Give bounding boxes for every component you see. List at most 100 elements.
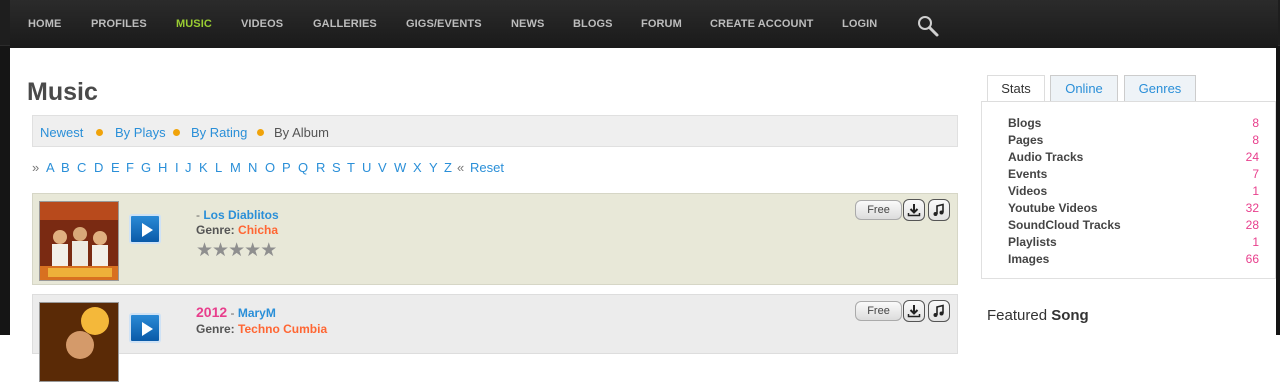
letter-link[interactable]: F xyxy=(126,160,134,175)
letter-link[interactable]: Q xyxy=(298,160,308,175)
price-button[interactable]: Free xyxy=(855,200,902,220)
letter-link[interactable]: Z xyxy=(444,160,452,175)
star-icon: ★ xyxy=(260,240,277,261)
sort-by-rating[interactable]: By Rating xyxy=(191,125,247,140)
sidebar-tabs: Stats Online Genres xyxy=(981,75,1276,102)
nav-galleries[interactable]: GALLERIES xyxy=(313,18,377,30)
stat-label: Pages xyxy=(1008,133,1044,147)
letter-link[interactable]: G xyxy=(141,160,151,175)
artist-link[interactable]: Los Diablitos xyxy=(203,208,278,222)
sort-by-plays[interactable]: By Plays xyxy=(115,125,166,140)
track-title: 2012 - MaryM xyxy=(196,304,276,320)
download-button[interactable] xyxy=(903,300,925,322)
search-icon[interactable] xyxy=(916,14,940,38)
letter-link[interactable]: Y xyxy=(429,160,438,175)
letter-link[interactable]: A xyxy=(46,160,55,175)
stat-value: 32 xyxy=(1245,201,1259,215)
download-button[interactable] xyxy=(903,199,925,221)
sort-by-album: By Album xyxy=(274,125,329,140)
letter-link[interactable]: R xyxy=(316,160,325,175)
letter-link[interactable]: N xyxy=(248,160,257,175)
sort-bar: Newest By Plays By Rating By Album xyxy=(32,115,958,147)
nav-blogs[interactable]: BLOGS xyxy=(573,18,613,30)
song-name[interactable]: 2012 xyxy=(196,304,227,320)
letter-link[interactable]: D xyxy=(94,160,103,175)
stat-value: 28 xyxy=(1245,218,1259,232)
stat-label: Images xyxy=(1008,252,1050,266)
stats-panel: Blogs 8 Pages 8 Audio Tracks 24 Events 7… xyxy=(981,101,1276,279)
stat-label: Playlists xyxy=(1008,235,1057,249)
reset-link[interactable]: Reset xyxy=(470,160,504,175)
music-note-icon xyxy=(933,304,944,317)
separator-dot xyxy=(173,129,180,136)
stat-label: SoundCloud Tracks xyxy=(1008,218,1121,232)
page-title: Music xyxy=(27,78,98,106)
letter-link[interactable]: M xyxy=(230,160,241,175)
letter-link[interactable]: L xyxy=(215,160,222,175)
stat-label: Videos xyxy=(1008,184,1048,198)
download-icon xyxy=(907,305,921,318)
track-title: - Los Diablitos xyxy=(196,206,279,222)
star-icon: ★ xyxy=(228,240,245,261)
stat-value: 8 xyxy=(1252,133,1259,147)
letter-link[interactable]: J xyxy=(185,160,192,175)
nav-create-account[interactable]: CREATE ACCOUNT xyxy=(710,18,813,30)
play-button[interactable] xyxy=(129,214,161,244)
nav-videos[interactable]: VIDEOS xyxy=(241,18,283,30)
nav-bar: HOME PROFILES MUSIC VIDEOS GALLERIES GIG… xyxy=(10,0,1278,48)
letter-link[interactable]: K xyxy=(199,160,208,175)
title-separator: - xyxy=(227,306,238,320)
album-cover[interactable] xyxy=(39,302,119,382)
genre-link[interactable]: Techno Cumbia xyxy=(238,322,327,336)
letter-link[interactable]: H xyxy=(158,160,167,175)
sort-newest[interactable]: Newest xyxy=(40,125,83,140)
letter-link[interactable]: S xyxy=(332,160,341,175)
alphabet-prefix: » xyxy=(32,160,40,175)
nav-gigs-events[interactable]: GIGS/EVENTS xyxy=(406,18,482,30)
letter-link[interactable]: B xyxy=(61,160,70,175)
featured-word: Song xyxy=(1051,307,1089,324)
page-right-edge xyxy=(1276,46,1280,335)
letter-link[interactable]: V xyxy=(378,160,387,175)
letter-link[interactable]: T xyxy=(347,160,355,175)
nav-music[interactable]: MUSIC xyxy=(176,18,212,30)
letter-link[interactable]: X xyxy=(413,160,422,175)
stat-value: 1 xyxy=(1252,235,1259,249)
page-left-edge xyxy=(0,46,10,335)
letter-link[interactable]: I xyxy=(175,160,179,175)
stat-label: Blogs xyxy=(1008,116,1042,130)
letter-link[interactable]: O xyxy=(265,160,275,175)
nav-news[interactable]: NEWS xyxy=(511,18,544,30)
playlist-button[interactable] xyxy=(928,199,950,221)
price-button[interactable]: Free xyxy=(855,301,902,321)
music-note-icon xyxy=(933,203,944,216)
tab-online[interactable]: Online xyxy=(1050,75,1118,102)
stat-value: 8 xyxy=(1252,116,1259,130)
letter-link[interactable]: P xyxy=(282,160,291,175)
star-icon: ★ xyxy=(196,240,213,261)
stat-value: 24 xyxy=(1245,150,1259,164)
nav-home[interactable]: HOME xyxy=(28,18,61,30)
letter-link[interactable]: W xyxy=(394,160,406,175)
genre-link[interactable]: Chicha xyxy=(238,223,278,237)
artist-link[interactable]: MaryM xyxy=(238,306,276,320)
stat-value: 1 xyxy=(1252,184,1259,198)
nav-forum[interactable]: FORUM xyxy=(641,18,682,30)
separator-dot xyxy=(257,129,264,136)
reset-prefix: « xyxy=(457,160,465,175)
tab-stats[interactable]: Stats xyxy=(987,75,1045,102)
nav-profiles[interactable]: PROFILES xyxy=(91,18,147,30)
album-cover[interactable] xyxy=(39,201,119,281)
playlist-button[interactable] xyxy=(928,300,950,322)
letter-link[interactable]: E xyxy=(111,160,120,175)
letter-link[interactable]: U xyxy=(362,160,371,175)
letter-link[interactable]: C xyxy=(77,160,86,175)
star-rating[interactable]: ★★★★★ xyxy=(196,239,277,262)
track-row: - Los Diablitos Genre: Chicha ★★★★★ Free xyxy=(32,193,958,285)
featured-prefix: Featured xyxy=(987,307,1048,324)
tab-genres[interactable]: Genres xyxy=(1124,75,1196,102)
star-icon: ★ xyxy=(212,240,229,261)
play-button[interactable] xyxy=(129,313,161,343)
genre-line: Genre: Techno Cumbia xyxy=(196,322,327,336)
nav-login[interactable]: LOGIN xyxy=(842,18,877,30)
